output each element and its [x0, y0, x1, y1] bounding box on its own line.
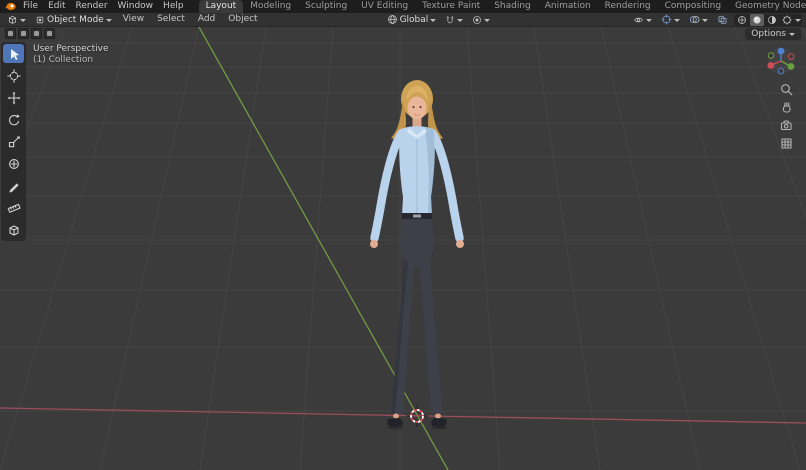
toolbar	[1, 42, 26, 241]
show-overlays-caret-icon	[702, 18, 708, 22]
active-tool-icon[interactable]	[5, 28, 16, 39]
workspace-tabs: Layout Modeling Sculpting UV Editing Tex…	[198, 0, 806, 13]
topbar: File Edit Render Window Help Layout Mode…	[0, 0, 806, 13]
shading-wireframe-button[interactable]	[735, 14, 749, 26]
tool-annotate[interactable]	[3, 176, 24, 195]
editor-type-caret-icon	[20, 18, 26, 22]
shading-mode-group	[734, 13, 802, 26]
viewport-nav-controls	[780, 83, 793, 150]
pan-hand-icon[interactable]	[780, 101, 793, 114]
show-gizmo-caret-icon	[674, 18, 680, 22]
menu-add[interactable]: Add	[193, 13, 220, 26]
tool-transform[interactable]	[3, 154, 24, 173]
tool-rotate[interactable]	[3, 110, 24, 129]
proportional-editing-toggle[interactable]	[469, 14, 493, 26]
tab-animation[interactable]: Animation	[538, 0, 598, 13]
tab-uv-editing[interactable]: UV Editing	[354, 0, 415, 13]
tab-rendering[interactable]: Rendering	[598, 0, 658, 13]
menu-select[interactable]: Select	[152, 13, 190, 26]
tool-add-cube[interactable]	[3, 220, 24, 239]
tool-cursor[interactable]	[3, 66, 24, 85]
tab-texture-paint[interactable]: Texture Paint	[415, 0, 487, 13]
options-label: Options	[751, 28, 786, 39]
blender-window: File Edit Render Window Help Layout Mode…	[0, 0, 806, 470]
camera-view-icon[interactable]	[780, 119, 793, 132]
transform-orientation-dropdown[interactable]: Global	[384, 14, 440, 26]
orientation-label: Global	[399, 14, 429, 25]
proportional-caret-icon[interactable]	[484, 18, 491, 22]
tool-tweak-select[interactable]	[3, 44, 24, 63]
snapping-toggle[interactable]	[442, 14, 466, 26]
tab-geometry-nodes[interactable]: Geometry Nodes	[728, 0, 806, 13]
menu-object[interactable]: Object	[223, 13, 262, 26]
options-caret-icon	[789, 32, 795, 36]
show-overlays-dropdown[interactable]	[686, 14, 711, 26]
orientation-caret-icon	[430, 18, 437, 22]
tab-sculpting[interactable]: Sculpting	[298, 0, 354, 13]
shading-solid-button[interactable]	[750, 13, 764, 26]
menu-window[interactable]: Window	[113, 0, 159, 13]
tab-shading[interactable]: Shading	[487, 0, 538, 13]
toggle-xray-button[interactable]	[714, 14, 731, 26]
menu-view[interactable]: View	[118, 13, 149, 26]
tool-move[interactable]	[3, 88, 24, 107]
menu-help[interactable]: Help	[158, 0, 189, 13]
view-object-types-caret-icon	[646, 18, 652, 22]
perspective-label: User Perspective	[33, 44, 109, 54]
blender-logo-icon[interactable]	[4, 2, 16, 12]
options-button[interactable]: Options	[745, 27, 801, 40]
tool-settings-bar: Options	[0, 27, 806, 40]
toggle-perspective-icon[interactable]	[780, 137, 793, 150]
collection-label: (1) Collection	[33, 55, 94, 65]
object-mode-caret-icon	[105, 18, 112, 22]
tab-layout[interactable]: Layout	[198, 0, 244, 13]
object-mode-dropdown[interactable]: Object Mode	[32, 14, 115, 26]
snapping-caret-icon[interactable]	[457, 18, 464, 22]
shading-caret-icon[interactable]	[795, 18, 801, 22]
shading-material-button[interactable]	[765, 14, 779, 26]
viewport-canvas[interactable]	[0, 27, 806, 470]
shading-rendered-button[interactable]	[780, 14, 794, 26]
tab-modeling[interactable]: Modeling	[243, 0, 298, 13]
menu-file[interactable]: File	[18, 0, 43, 13]
menu-edit[interactable]: Edit	[43, 0, 70, 13]
navigation-gizmo[interactable]	[767, 47, 795, 75]
tool-scale[interactable]	[3, 132, 24, 151]
viewport[interactable]: Options User Perspective (1) Collection	[0, 27, 806, 470]
viewport-header: Object Mode View Select Add Object Globa…	[0, 13, 806, 27]
zoom-icon[interactable]	[780, 83, 793, 96]
viewport-info-overlay: User Perspective (1) Collection	[33, 44, 109, 66]
tab-compositing[interactable]: Compositing	[658, 0, 728, 13]
object-mode-label: Object Mode	[47, 14, 104, 25]
menu-render[interactable]: Render	[71, 0, 113, 13]
editor-type-dropdown[interactable]	[4, 14, 29, 26]
tool-option-3-icon[interactable]	[44, 28, 55, 39]
tool-option-2-icon[interactable]	[31, 28, 42, 39]
tool-measure[interactable]	[3, 198, 24, 217]
view-object-types-dropdown[interactable]	[630, 14, 655, 26]
show-gizmo-dropdown[interactable]	[658, 14, 683, 26]
character-model[interactable]	[370, 80, 464, 430]
tool-option-1-icon[interactable]	[18, 28, 29, 39]
